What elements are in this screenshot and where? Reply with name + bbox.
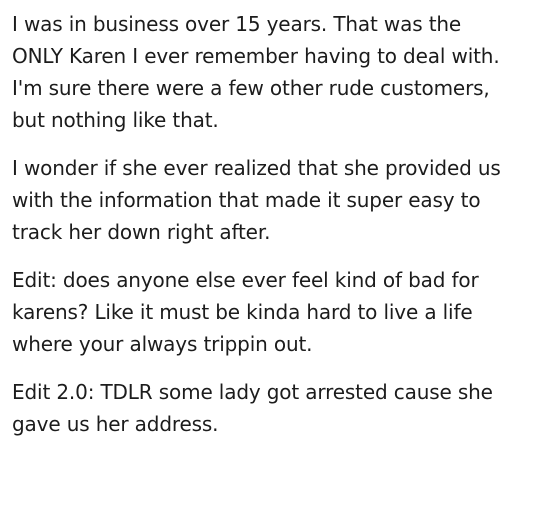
paragraph-line: gave us her address. [12, 412, 219, 436]
paragraph-3-edit: Edit: does anyone else ever feel kind of… [12, 264, 548, 360]
paragraph-line: Edit: does anyone else ever feel kind of… [12, 268, 479, 292]
paragraph-2: I wonder if she ever realized that she p… [12, 152, 548, 248]
paragraph-line: but nothing like that. [12, 108, 219, 132]
paragraph-line: karens? Like it must be kinda hard to li… [12, 300, 473, 324]
paragraph-line: where your always trippin out. [12, 332, 313, 356]
comment-body: I was in business over 15 years. That wa… [12, 8, 548, 456]
paragraph-line: I was in business over 15 years. That wa… [12, 12, 462, 36]
paragraph-line: ONLY Karen I ever remember having to dea… [12, 44, 500, 68]
paragraph-1: I was in business over 15 years. That wa… [12, 8, 548, 136]
paragraph-line: Edit 2.0: TDLR some lady got arrested ca… [12, 380, 493, 404]
paragraph-4-edit: Edit 2.0: TDLR some lady got arrested ca… [12, 376, 548, 440]
paragraph-line: I wonder if she ever realized that she p… [12, 156, 501, 180]
paragraph-line: with the information that made it super … [12, 188, 481, 212]
paragraph-line: track her down right after. [12, 220, 271, 244]
paragraph-line: I'm sure there were a few other rude cus… [12, 76, 490, 100]
